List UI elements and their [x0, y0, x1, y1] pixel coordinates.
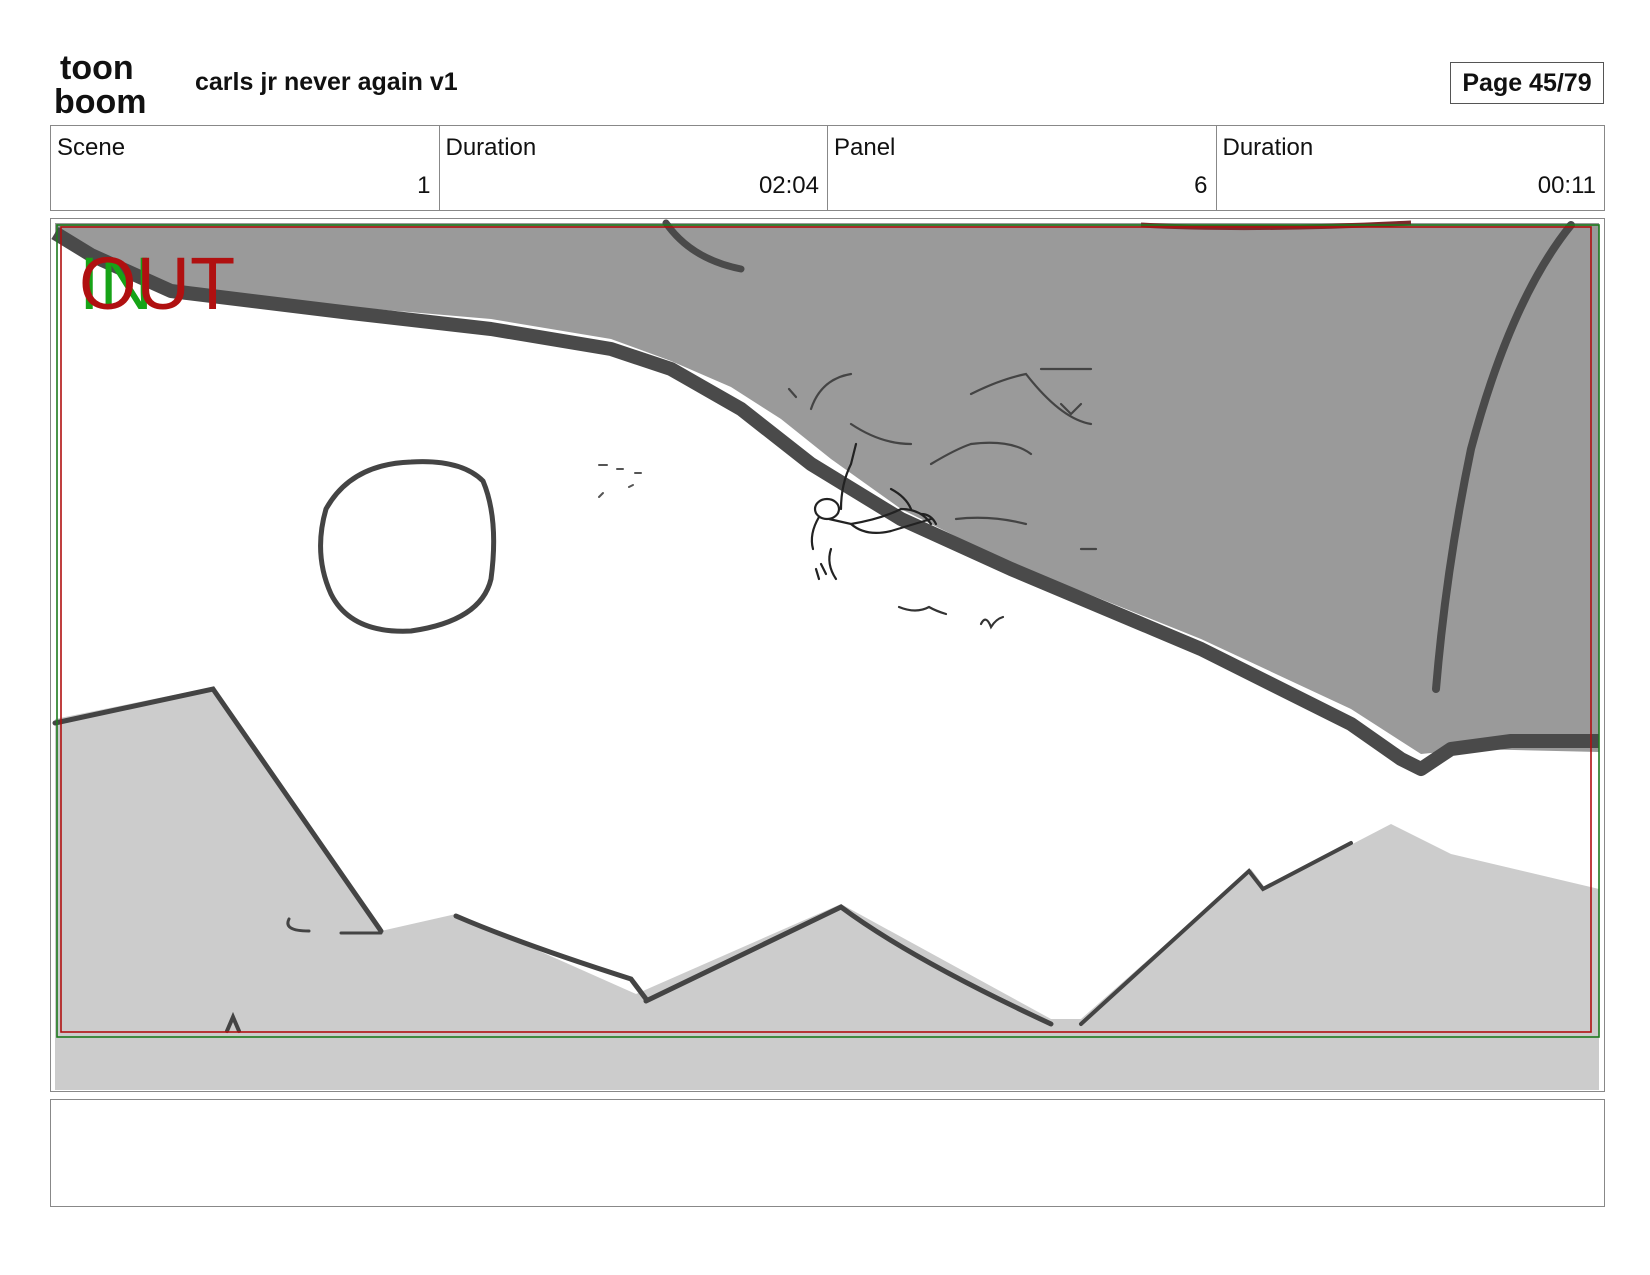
- panel-drawing: [51, 219, 1603, 1090]
- notes-box: [50, 1099, 1605, 1207]
- scene-duration-cell: Duration 02:04: [440, 126, 828, 210]
- scene-label: Scene: [57, 134, 126, 161]
- scene-value: 1: [417, 172, 431, 199]
- storyboard-panel: IN OUT: [50, 218, 1605, 1092]
- logo-text-bottom: boom: [54, 83, 147, 116]
- panel-label: Panel: [834, 134, 896, 161]
- scene-duration-value: 02:04: [758, 172, 819, 199]
- panel-value: 6: [1194, 172, 1208, 199]
- scene-cell: Scene 1: [51, 126, 440, 210]
- toon-boom-logo: toon boom: [54, 52, 147, 116]
- scene-duration-label: Duration: [445, 134, 537, 161]
- panel-duration-value: 00:11: [1537, 172, 1596, 199]
- page-indicator: Page 45/79: [1450, 62, 1604, 104]
- panel-cell: Panel 6: [828, 126, 1217, 210]
- out-marker: OUT: [79, 242, 236, 325]
- logo-text-top: toon: [60, 52, 134, 87]
- project-title: carls jr never again v1: [195, 68, 458, 96]
- panel-duration-cell: Duration 00:11: [1217, 126, 1605, 210]
- info-table: Scene 1 Duration 02:04 Panel 6 Duration …: [50, 125, 1605, 211]
- panel-duration-label: Duration: [1222, 134, 1314, 161]
